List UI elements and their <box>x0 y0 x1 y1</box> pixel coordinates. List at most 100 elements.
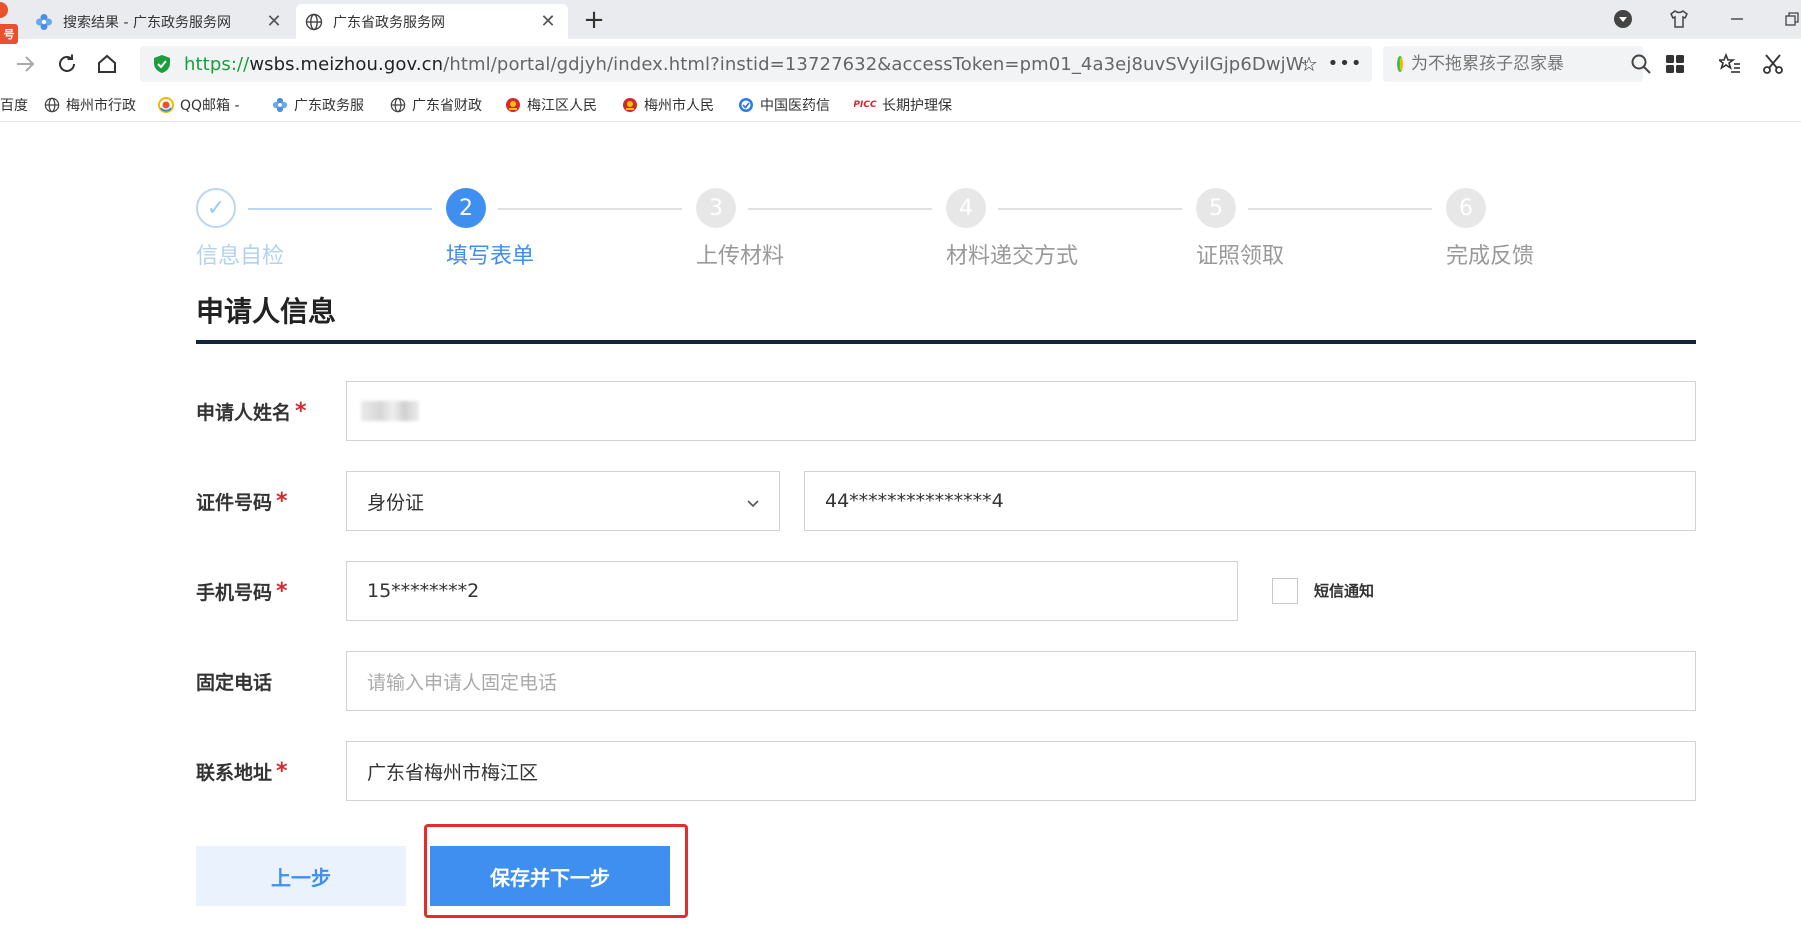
tab-search-results[interactable]: 搜索结果 - 广东政务服务网 ✕ <box>26 4 294 39</box>
progress-steps: ✓ 信息自检 2 填写表单 3 上传材料 4 材料递交方式 5 证照领取 6 完… <box>196 188 1596 269</box>
phone-value: 15********2 <box>367 580 480 602</box>
mobile-phone-input[interactable]: 15********2 <box>346 561 1238 621</box>
more-dots-icon[interactable]: ••• <box>1328 52 1362 74</box>
address-value: 广东省梅州市梅江区 <box>367 761 539 784</box>
shield-download-icon[interactable] <box>1606 4 1640 34</box>
step-label: 上传材料 <box>696 244 785 269</box>
address-bar[interactable]: https://wsbs.meizhou.gov.cn/html/portal/… <box>140 46 1372 82</box>
required-mark: * <box>276 578 288 604</box>
search-input[interactable] <box>1411 54 1630 74</box>
bookmark-meijiang-people[interactable]: 梅江区人民 <box>505 94 605 116</box>
tab-gd-gov-service[interactable]: 广东省政务服务网 ✕ <box>296 4 568 39</box>
bookmark-meizhou-admin[interactable]: 梅州市行政 <box>44 94 144 116</box>
bookmark-label: 梅州市人民 <box>644 98 714 114</box>
step-number: 4 <box>946 188 986 228</box>
restore-icon[interactable] <box>1775 4 1801 34</box>
bookmark-china-medical[interactable]: 中国医药信 <box>738 94 838 116</box>
step-check-icon: ✓ <box>196 188 236 228</box>
skin-shirt-icon[interactable] <box>1662 4 1696 34</box>
gd-gov-flower-icon <box>35 13 53 31</box>
bookmark-label: 广东省财政 <box>412 98 482 114</box>
bookmark-long-term-care[interactable]: PICC 长期护理保 <box>854 94 954 116</box>
bookmark-label: 百度 <box>0 98 28 114</box>
id-type-select[interactable]: 身份证 <box>346 471 780 531</box>
bookmarks-bar: 百度 梅州市行政 QQ邮箱 - 广东政务服 广东省财政 梅江区人民 梅州市人民 … <box>0 89 1801 122</box>
label-text: 申请人姓名 <box>196 401 292 424</box>
search-box[interactable] <box>1383 46 1651 82</box>
bookmark-qq-mail[interactable]: QQ邮箱 - <box>158 94 250 116</box>
address-input[interactable]: 广东省梅州市梅江区 <box>346 741 1696 801</box>
url-text[interactable]: https://wsbs.meizhou.gov.cn/html/portal/… <box>184 54 1306 75</box>
tab-label: 广东省政务服务网 <box>333 14 445 31</box>
sms-notify-checkbox[interactable] <box>1272 578 1298 604</box>
globe-icon <box>44 97 60 113</box>
prev-step-button[interactable]: 上一步 <box>196 846 406 906</box>
browser-nav-bar: https://wsbs.meizhou.gov.cn/html/portal/… <box>0 39 1801 89</box>
bookmark-baidu[interactable]: 百度 <box>0 94 34 116</box>
tab-label: 搜索结果 - 广东政务服务网 <box>63 14 231 31</box>
forward-arrow-icon[interactable] <box>10 49 40 79</box>
sms-notify-label[interactable]: 短信通知 <box>1314 580 1374 601</box>
globe-icon <box>390 97 406 113</box>
refresh-icon[interactable] <box>52 49 82 79</box>
landline-label: 固定电话 <box>196 651 272 711</box>
favorites-list-icon[interactable] <box>1715 49 1745 79</box>
search-icon[interactable] <box>1630 53 1652 75</box>
required-mark: * <box>295 398 307 424</box>
required-mark: * <box>276 488 288 514</box>
globe-icon <box>305 13 323 31</box>
bookmark-meizhou-people[interactable]: 梅州市人民 <box>622 94 722 116</box>
step-connector <box>498 208 682 210</box>
step-connector <box>248 208 432 210</box>
url-path: /html/portal/gdjyh/index.html?instid=137… <box>443 53 1306 75</box>
step-number: 6 <box>1446 188 1486 228</box>
bookmark-gd-gov[interactable]: 广东政务服 <box>272 94 372 116</box>
required-mark: * <box>276 758 288 784</box>
name-label: 申请人姓名 * <box>196 381 307 441</box>
save-and-next-button[interactable]: 保存并下一步 <box>430 846 670 906</box>
url-host: wsbs.meizhou.gov.cn <box>249 53 444 75</box>
landline-input[interactable]: 请输入申请人固定电话 <box>346 651 1696 711</box>
bookmark-gd-finance[interactable]: 广东省财政 <box>390 94 490 116</box>
url-protocol: https:// <box>184 53 250 75</box>
id-number-value: 44***************4 <box>825 490 1004 512</box>
bookmark-label: 梅江区人民 <box>527 98 597 114</box>
id-number-input[interactable]: 44***************4 <box>804 471 1696 531</box>
bookmark-star-icon[interactable]: ☆ <box>1298 52 1320 76</box>
minimize-icon[interactable] <box>1720 4 1754 34</box>
bookmark-label: 梅州市行政 <box>66 98 136 114</box>
new-tab-plus-icon[interactable]: + <box>580 5 608 35</box>
close-icon[interactable]: ✕ <box>262 10 286 34</box>
corner-badge[interactable]: 号 <box>0 24 18 44</box>
section-divider <box>196 340 1696 344</box>
search-engine-icon <box>1397 56 1403 72</box>
bookmark-label: 长期护理保 <box>882 98 952 114</box>
emblem-icon <box>505 97 521 113</box>
chevron-down-icon[interactable] <box>745 494 761 510</box>
redacted-name <box>361 401 419 421</box>
address-label: 联系地址 * <box>196 741 288 801</box>
step-label: 完成反馈 <box>1446 244 1535 269</box>
step-number: 5 <box>1196 188 1236 228</box>
secure-shield-icon[interactable] <box>152 54 172 74</box>
label-text: 固定电话 <box>196 671 273 694</box>
step-connector <box>998 208 1182 210</box>
step-connector <box>748 208 932 210</box>
step-label: 信息自检 <box>196 244 285 269</box>
step-label: 填写表单 <box>446 244 535 269</box>
picc-icon: PICC <box>854 100 877 110</box>
emblem-icon <box>622 97 638 113</box>
scissors-icon[interactable] <box>1758 49 1788 79</box>
id-label: 证件号码 * <box>196 471 288 531</box>
corner-notification-dot <box>0 2 8 18</box>
step-number: 3 <box>696 188 736 228</box>
step-number: 2 <box>446 188 486 228</box>
close-icon[interactable]: ✕ <box>536 10 560 34</box>
section-title: 申请人信息 <box>196 295 337 328</box>
landline-placeholder: 请输入申请人固定电话 <box>367 671 558 694</box>
medical-icon <box>738 97 754 113</box>
bookmark-label: 中国医药信 <box>760 98 830 114</box>
apps-grid-icon[interactable] <box>1660 49 1690 79</box>
applicant-name-input[interactable] <box>346 381 1696 441</box>
home-icon[interactable] <box>92 49 122 79</box>
